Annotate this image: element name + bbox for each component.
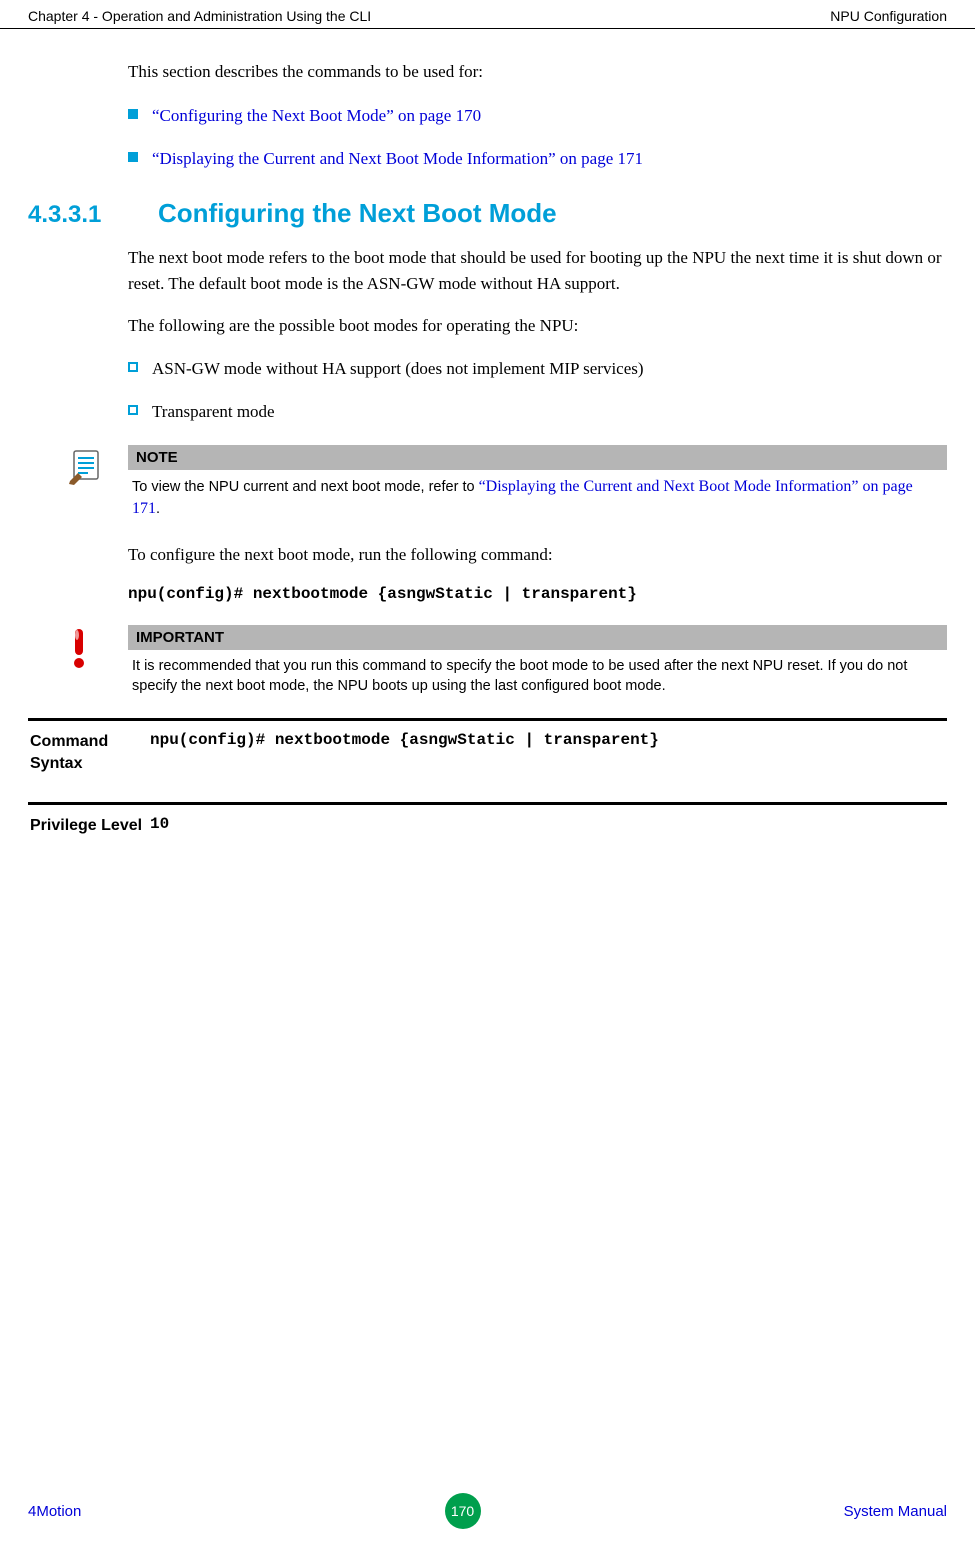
section-title: Configuring the Next Boot Mode (158, 198, 557, 229)
mode-item-text: Transparent mode (152, 399, 275, 425)
important-icon (68, 625, 118, 697)
header-right: NPU Configuration (830, 8, 947, 24)
list-item: ASN-GW mode without HA support (does not… (128, 356, 947, 382)
body-paragraph: To configure the next boot mode, run the… (128, 542, 947, 568)
note-text: To view the NPU current and next boot mo… (128, 470, 947, 521)
page-header: Chapter 4 - Operation and Administration… (0, 0, 975, 29)
note-post: . (156, 501, 160, 517)
section-heading: 4.3.3.1 Configuring the Next Boot Mode (28, 198, 947, 229)
intro-text: This section describes the commands to b… (128, 59, 947, 85)
bullet-icon (128, 152, 138, 162)
note-callout: NOTE To view the NPU current and next bo… (68, 445, 947, 521)
list-item: Transparent mode (128, 399, 947, 425)
xref-link[interactable]: “Configuring the Next Boot Mode” on page… (152, 103, 481, 129)
body-paragraph: The next boot mode refers to the boot mo… (128, 245, 947, 298)
important-body: IMPORTANT It is recommended that you run… (128, 625, 947, 697)
header-left: Chapter 4 - Operation and Administration… (28, 8, 371, 24)
command-line: npu(config)# nextbootmode {asngwStatic |… (128, 585, 947, 603)
list-item: “Configuring the Next Boot Mode” on page… (128, 103, 947, 129)
footer-right: System Manual (844, 1503, 947, 1520)
intro-link-list: “Configuring the Next Boot Mode” on page… (128, 103, 947, 172)
privilege-value: 10 (150, 815, 169, 837)
command-syntax-value: npu(config)# nextbootmode {asngwStatic |… (150, 731, 659, 774)
bullet-icon (128, 109, 138, 119)
body-paragraph: The following are the possible boot mode… (128, 313, 947, 339)
command-syntax-label: Command Syntax (28, 731, 150, 774)
command-syntax-block: Command Syntax npu(config)# nextbootmode… (28, 718, 947, 774)
important-callout: IMPORTANT It is recommended that you run… (68, 625, 947, 697)
bullet-icon (128, 362, 138, 372)
page-number-badge: 170 (445, 1493, 481, 1529)
mode-item-text: ASN-GW mode without HA support (does not… (152, 356, 644, 382)
note-icon (68, 445, 118, 521)
page-footer: 4Motion 170 System Manual (0, 1493, 975, 1529)
privilege-label: Privilege Level (28, 815, 150, 837)
mode-list: ASN-GW mode without HA support (does not… (128, 356, 947, 425)
note-pre: To view the NPU current and next boot mo… (132, 479, 479, 495)
page-content: This section describes the commands to b… (0, 29, 975, 837)
important-label: IMPORTANT (128, 625, 947, 650)
important-text: It is recommended that you run this comm… (128, 650, 947, 697)
footer-left: 4Motion (28, 1503, 81, 1520)
list-item: “Displaying the Current and Next Boot Mo… (128, 146, 947, 172)
note-body: NOTE To view the NPU current and next bo… (128, 445, 947, 521)
xref-link[interactable]: “Displaying the Current and Next Boot Mo… (152, 146, 643, 172)
bullet-icon (128, 405, 138, 415)
privilege-level-block: Privilege Level 10 (28, 802, 947, 837)
note-label: NOTE (128, 445, 947, 470)
section-number: 4.3.3.1 (28, 201, 158, 229)
